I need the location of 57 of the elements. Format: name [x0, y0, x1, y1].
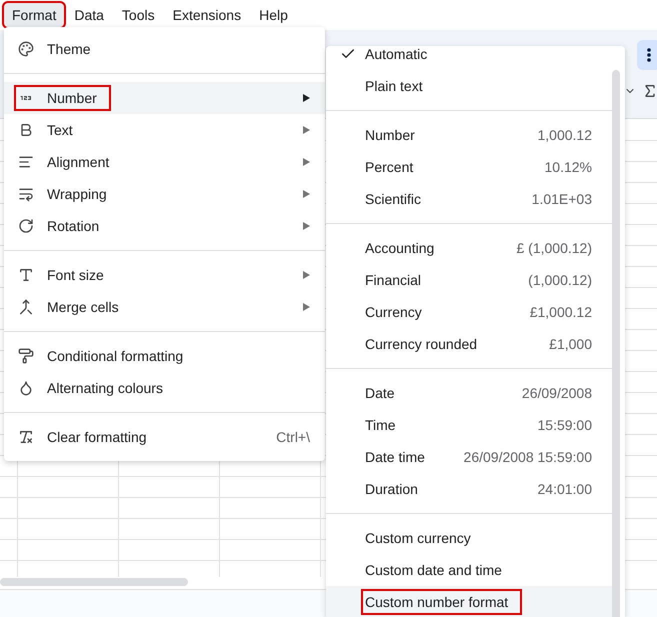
- menu-item[interactable]: Clear formatting Ctrl+\: [4, 421, 325, 453]
- droplet-icon: [18, 380, 34, 396]
- menu-item[interactable]: Currency £1,000.12: [326, 296, 612, 328]
- menu-item[interactable]: Conditional formatting: [4, 340, 325, 372]
- menu-item[interactable]: Alternating colours: [4, 372, 325, 404]
- format-example: 26/09/2008: [522, 385, 592, 401]
- rotate-icon: [18, 218, 34, 234]
- menu-item[interactable]: Automatic: [326, 46, 612, 70]
- menu-item[interactable]: Financial (1,000.12): [326, 264, 612, 296]
- paint-roller-icon: [18, 348, 34, 364]
- palette-icon: [18, 41, 34, 57]
- format-example: 15:59:00: [538, 417, 592, 433]
- menu-item[interactable]: Scientific 1.01E+03: [326, 183, 612, 215]
- format-example: 24:01:00: [538, 481, 592, 497]
- menu-item[interactable]: Custom date and time: [326, 554, 612, 586]
- menu-bar-item[interactable]: Extensions: [164, 3, 250, 27]
- format-example: 1.01E+03: [532, 191, 592, 207]
- align-left-icon: [18, 154, 34, 170]
- format-example: 1,000.12: [538, 127, 592, 143]
- menu-item[interactable]: Currency rounded £1,000: [326, 328, 612, 360]
- menu-item[interactable]: Theme: [4, 33, 325, 65]
- format-example: £1,000: [549, 336, 592, 352]
- scrollbar-thumb[interactable]: [612, 70, 620, 617]
- menu-item[interactable]: Percent 10.12%: [326, 151, 612, 183]
- menu-bar-item[interactable]: Data: [66, 3, 112, 27]
- menu-item[interactable]: Date time 26/09/2008 15:59:00: [326, 441, 612, 473]
- more-icon: [647, 48, 651, 62]
- menu-item[interactable]: Alignment: [4, 146, 325, 178]
- shortcut-text: Ctrl+\: [276, 429, 310, 445]
- menu-item[interactable]: Number 1,000.12: [326, 119, 612, 151]
- menu-item[interactable]: Accounting £ (1,000.12): [326, 232, 612, 264]
- menu-item[interactable]: Time 15:59:00: [326, 409, 612, 441]
- format-example: 10.12%: [544, 159, 592, 175]
- menu-bar-item[interactable]: Tools: [114, 3, 163, 27]
- menu-item[interactable]: Plain text: [326, 70, 612, 102]
- menu-item[interactable]: Duration 24:01:00: [326, 473, 612, 505]
- scrollbar-thumb[interactable]: [0, 578, 188, 586]
- format-example: £1,000.12: [530, 304, 592, 320]
- clear-format-icon: [18, 429, 34, 445]
- menu-item[interactable]: Rotation: [4, 210, 325, 242]
- menu-item[interactable]: Text: [4, 114, 325, 146]
- menu-item[interactable]: Custom currency: [326, 522, 612, 554]
- menu-item[interactable]: Wrapping: [4, 178, 325, 210]
- merge-icon: [18, 299, 34, 315]
- wrap-text-icon: [18, 186, 34, 202]
- format-example: 26/09/2008 15:59:00: [464, 449, 592, 465]
- menu-item[interactable]: Number: [4, 82, 325, 114]
- more-button[interactable]: [637, 40, 657, 70]
- format-example: (1,000.12): [528, 272, 592, 288]
- font-size-icon: [18, 267, 34, 283]
- menu-bar-item[interactable]: Format: [4, 3, 64, 27]
- menu-item[interactable]: Merge cells: [4, 291, 325, 323]
- format-example: £ (1,000.12): [516, 240, 592, 256]
- menu-bar-item[interactable]: Help: [251, 3, 296, 27]
- menu-item[interactable]: Font size: [4, 259, 325, 291]
- menu-item[interactable]: Date 26/09/2008: [326, 377, 612, 409]
- menu-item[interactable]: Custom number format: [326, 586, 612, 617]
